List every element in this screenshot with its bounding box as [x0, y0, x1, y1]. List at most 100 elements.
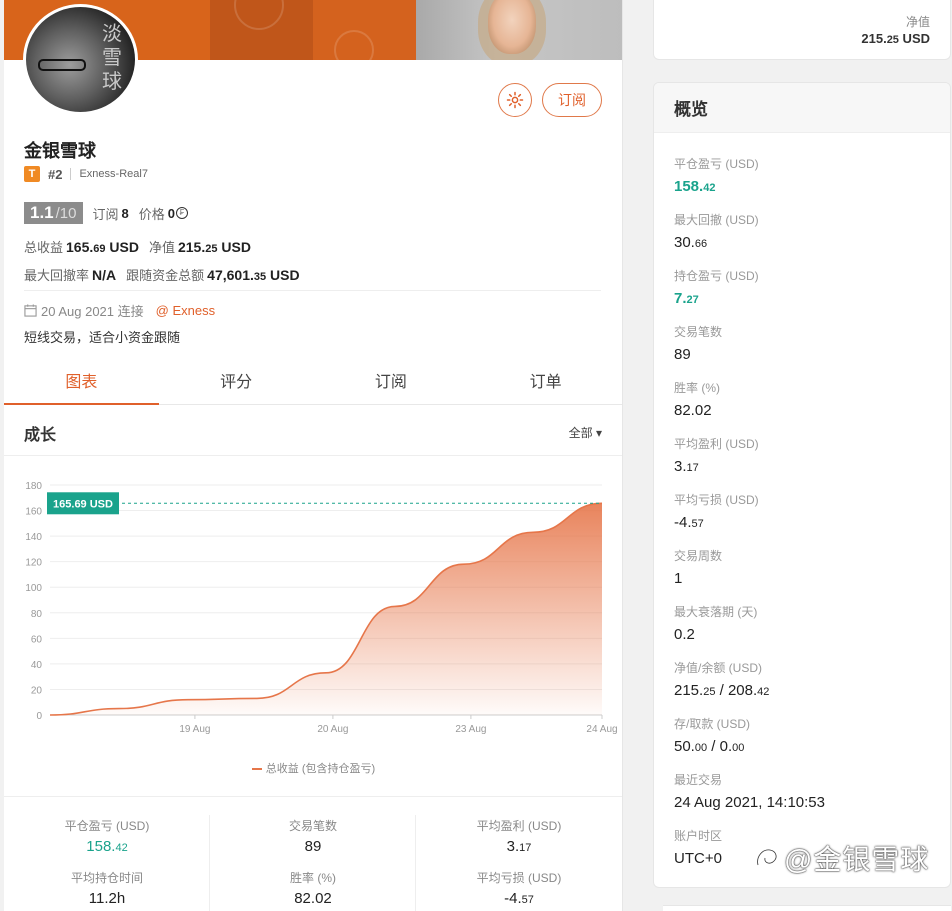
range-dropdown[interactable]: 全部 ▾	[569, 424, 602, 441]
overview-item: 平均盈利 (USD) 3.17	[674, 435, 759, 475]
x-tick-label: 23 Aug	[455, 724, 486, 735]
legend-label: 总收益 (包含持仓盈亏)	[265, 763, 376, 775]
overview-item: 最大回撤 (USD) 30.66	[674, 211, 759, 251]
overview-item-label: 平均盈利 (USD)	[674, 437, 759, 451]
summary-stat-label: 胜率 (%)	[290, 871, 336, 885]
current-value-label: 165.69 USD	[53, 498, 113, 510]
equity-card-value: 215.25 USD	[861, 31, 930, 46]
description: 短线交易，适合小资金跟随	[24, 330, 181, 345]
overview-item-label: 账户时区	[674, 829, 723, 843]
tab-rating[interactable]: 评分	[159, 356, 314, 404]
growth-chart: 0 20 40 60 80 100 120 140 160 180 19 Aug 20 Aug 23 A…	[25, 481, 617, 735]
overview-item-value: 3.17	[674, 458, 699, 475]
overview-item-label: 交易周数	[674, 549, 723, 563]
coin-icon: ₣	[176, 207, 188, 219]
avatar[interactable]: 淡雪球	[23, 4, 138, 115]
chart-legend[interactable]: 总收益 (包含持仓盈亏)	[4, 760, 622, 776]
profile-panel: 淡雪球 订阅 金银雪球 T #2 Exness-Real7 1.1/10 订阅 …	[4, 0, 623, 911]
summary-stat-label: 平仓盈亏 (USD)	[64, 819, 150, 833]
overview-item-label: 最大衰落期 (天)	[674, 605, 758, 619]
overview-item: 存/取款 (USD) 50.00 / 0.00	[674, 715, 750, 755]
drawdown-funds-line: 最大回撤率 N/A 跟随资金总额 47,601.35 USD	[24, 267, 300, 283]
y-tick-label: 40	[31, 660, 43, 671]
overview-item-value: UTC+0	[674, 850, 722, 867]
overview-item-label: 最近交易	[674, 773, 723, 787]
overview-item-label: 胜率 (%)	[674, 381, 720, 395]
subscribe-count: 8	[121, 205, 129, 221]
settings-button[interactable]	[498, 83, 532, 117]
x-tick-label: 19 Aug	[179, 724, 210, 735]
y-tick-label: 0	[36, 711, 42, 722]
overview-item: 交易笔数 89	[674, 323, 722, 363]
overview-item-label: 平均亏损 (USD)	[674, 493, 759, 507]
score-badge: 1.1/10	[24, 202, 83, 224]
overview-item: 持仓盈亏 (USD) 7.27	[674, 267, 759, 307]
overview-item-value: 30.66	[674, 234, 708, 251]
summary-stat-value: 158.42	[86, 838, 128, 855]
summary-stat: 交易笔数 89	[210, 817, 416, 855]
summary-stat: 平仓盈亏 (USD) 158.42	[4, 817, 210, 855]
watermark: @金银雪球	[752, 838, 929, 878]
summary-stat-label: 平均亏损 (USD)	[476, 871, 562, 885]
summary-stat-label: 平均盈利 (USD)	[476, 819, 562, 833]
connect-line: 20 Aug 2021 连接 @ Exness	[24, 301, 215, 320]
price-label: 价格	[138, 206, 165, 222]
account-name: Exness-Real7	[70, 168, 148, 180]
score-line: 1.1/10 订阅 8 价格 0 ₣	[24, 202, 188, 224]
summary-stat-value: -4.57	[504, 890, 534, 907]
divider	[24, 290, 601, 291]
overview-item: 账户时区 UTC+0	[674, 827, 722, 867]
overview-item: 平仓盈亏 (USD) 158.42	[674, 155, 759, 195]
x-tick-label: 20 Aug	[317, 724, 348, 735]
equity-card-label: 净值	[905, 15, 930, 29]
tab-subscribe[interactable]: 订阅	[314, 356, 469, 404]
next-card	[663, 905, 951, 911]
legend-swatch	[251, 768, 262, 771]
y-tick-label: 20	[31, 685, 43, 696]
summary-stat: 平均亏损 (USD) -4.57	[416, 869, 622, 907]
y-tick-label: 160	[25, 507, 42, 518]
broker-link[interactable]: @ Exness	[156, 303, 215, 318]
summary-stat-label: 交易笔数	[288, 819, 337, 833]
subscribe-button[interactable]: 订阅	[542, 83, 602, 117]
y-tick-label: 60	[31, 634, 43, 645]
x-tick-label: 24 Aug	[586, 724, 617, 735]
total-profit: 165.69 USD	[66, 239, 139, 255]
connected-date: 20 Aug 2021 连接	[41, 304, 144, 319]
y-tick-label: 120	[25, 558, 42, 569]
summary-stat-value: 11.2h	[88, 890, 126, 907]
overview-item-label: 平仓盈亏 (USD)	[674, 157, 759, 171]
overview-item-label: 净值/余额 (USD)	[674, 661, 762, 675]
overview-item-label: 交易笔数	[674, 325, 723, 339]
overview-item: 平均亏损 (USD) -4.57	[674, 491, 759, 531]
tab-chart[interactable]: 图表	[4, 356, 159, 405]
overview-item-value: 89	[674, 346, 691, 363]
y-tick-label: 80	[31, 609, 43, 620]
trader-name: 金银雪球	[24, 141, 96, 161]
banner-portrait	[488, 0, 536, 54]
tab-orders[interactable]: 订单	[468, 356, 622, 404]
overview-item-value: 158.42	[674, 178, 716, 195]
profit-equity-line: 总收益 165.69 USD 净值 215.25 USD	[24, 239, 251, 255]
overview-item: 净值/余额 (USD) 215.25 / 208.42	[674, 659, 769, 699]
y-tick-label: 140	[25, 532, 42, 543]
calendar-icon	[24, 304, 37, 317]
summary-stat-value: 89	[304, 838, 322, 855]
overview-panel: 概览 平仓盈亏 (USD) 158.42 最大回撤 (USD) 30.66 持仓盈亏 (…	[653, 82, 951, 888]
summary-stat: 胜率 (%) 82.02	[210, 869, 416, 907]
divider	[4, 796, 622, 797]
summary-stat-value: 82.02	[294, 890, 332, 907]
rank-line: T #2 Exness-Real7	[24, 166, 148, 182]
overview-item: 交易周数 1	[674, 547, 722, 587]
overview-item-value: 1	[674, 570, 683, 587]
overview-item-value: 215.25 / 208.42	[674, 682, 770, 699]
overview-item-label: 持仓盈亏 (USD)	[674, 269, 759, 283]
divider	[4, 455, 622, 456]
overview-item: 最近交易 24 Aug 2021, 14:10:53	[674, 771, 825, 811]
overview-item-label: 最大回撤 (USD)	[674, 213, 759, 227]
overview-item-value: 0.2	[674, 626, 695, 643]
overview-item: 最大衰落期 (天) 0.2	[674, 603, 757, 643]
overview-item-label: 存/取款 (USD)	[674, 717, 750, 731]
price-value: 0	[167, 205, 175, 221]
summary-stat: 平均盈利 (USD) 3.17	[416, 817, 622, 855]
